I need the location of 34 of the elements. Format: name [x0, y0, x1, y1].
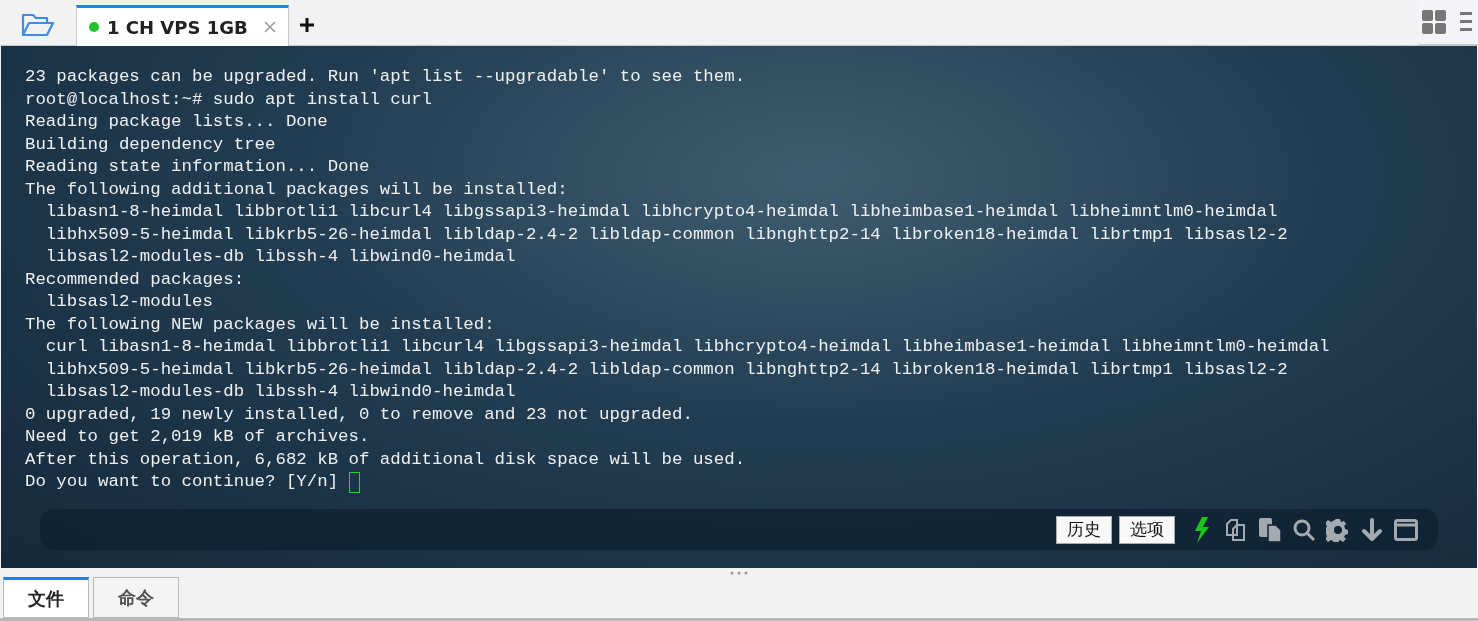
terminal-line: libasn1-8-heimdal libbrotli1 libcurl4 libgssapi3-heimdal libhcrypto4-heimdal libheimbase1-heimdal libheimntlm0-heimdal: [44, 201, 1278, 223]
terminal-line: libhx509-5-heimdal libkrb5-26-heimdal libldap-2.4-2 libldap-common libnghttp2-14 libroken18-heimdal librtmp1 libsasl2-2: [44, 223, 1288, 246]
terminal-line: root@localhost:~# sudo apt install curl: [25, 88, 432, 111]
tab-title: 1 CH VPS 1GB: [107, 15, 248, 40]
resize-handle-icon[interactable]: [730, 570, 748, 575]
panel-tab[interactable]: 命令: [93, 577, 179, 618]
add-tab-icon[interactable]: [298, 17, 315, 33]
cursor-icon: [348, 471, 360, 493]
terminal-line: curl libasn1-8-heimdal libbrotli1 libcurl4 libgssapi3-heimdal libhcrypto4-heimdal libheimbase1-heimdal libheimntlm0-heimdal: [44, 336, 1330, 358]
menu-icon[interactable]: [1460, 11, 1472, 32]
terminal-line: The following NEW packages will be installed:: [25, 313, 495, 336]
terminal-line: libsasl2-modules: [44, 291, 213, 313]
terminal-line: libhx509-5-heimdal libkrb5-26-heimdal libldap-2.4-2 libldap-common libnghttp2-14 libroken18-heimdal librtmp1 libsasl2-2: [44, 358, 1288, 381]
folder-icon[interactable]: [20, 11, 56, 39]
terminal-line: The following additional packages will be installed:: [25, 178, 568, 201]
terminal-line: Do you want to continue? [Y/n]: [25, 471, 340, 493]
terminal-line: After this operation, 6,682 kB of additional disk space will be used.: [25, 448, 746, 471]
terminal-line: Recommended packages:: [25, 268, 245, 291]
panel-tab[interactable]: 文件: [3, 577, 89, 618]
terminal-line: libsasl2-modules-db libssh-4 libwind0-heimdal: [44, 381, 516, 403]
terminal-line: 0 upgraded, 19 newly installed, 0 to remove and 23 not upgraded.: [25, 403, 693, 426]
grid-icon[interactable]: [1422, 9, 1446, 34]
session-tab[interactable]: 1 CH VPS 1GB: [76, 5, 289, 46]
paste-icon[interactable]: [1256, 515, 1284, 544]
terminal-line: libsasl2-modules-db libssh-4 libwind0-heimdal: [44, 246, 516, 268]
terminal-line: Reading package lists... Done: [25, 111, 328, 133]
terminal-line: 23 packages can be upgraded. Run 'apt list --upgradable' to see them.: [25, 66, 746, 88]
terminal-line: Building dependency tree: [25, 133, 276, 156]
terminal-panel[interactable]: [1, 46, 1477, 568]
close-icon[interactable]: [263, 21, 276, 33]
toolbar-button[interactable]: 选项: [1119, 515, 1175, 544]
terminal-line: Need to get 2,019 kB of archives.: [25, 426, 370, 448]
toolbar-button[interactable]: 历史: [1056, 515, 1112, 544]
terminal-line: Reading state information... Done: [25, 156, 370, 178]
